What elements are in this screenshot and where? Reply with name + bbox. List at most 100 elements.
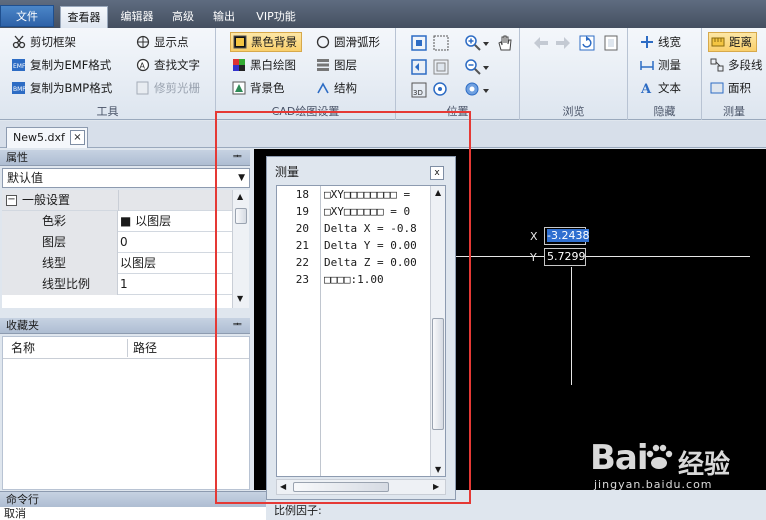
zoom-in-icon[interactable] [464,34,482,52]
output-line: □□□□:1.00 [324,273,384,286]
refresh-icon[interactable] [578,34,596,52]
close-icon[interactable]: x [430,166,444,180]
line-width-button[interactable]: 线宽 [640,32,681,52]
group-cad-settings: 黑色背景 黑白绘图 背景色 圆滑弧形 图层 结构 CAD绘图设置 [216,28,396,120]
property-group-label: 一般设置 [22,193,71,207]
y-coordinate-input[interactable]: 5.7299 [544,248,586,266]
measure-output[interactable]: 18 19 20 21 22 23 □XY□□□□□□□□ = □XY□□□□□… [276,185,446,477]
forward-arrow-icon[interactable] [554,34,572,52]
page-icon[interactable] [602,34,620,52]
watermark-site: jingyan.baidu.com [594,478,713,491]
measure-dialog-title[interactable]: 测量 [267,157,455,187]
scrollbar-thumb[interactable] [293,482,389,492]
property-row[interactable]: 色彩 ■ 以图层 [2,211,232,232]
zoom-previous-icon[interactable] [410,58,428,76]
output-line: □XY□□□□□□ = 0 [324,205,411,218]
bw-drawing-icon [232,58,246,72]
output-line: □XY□□□□□□□□ = [324,188,411,201]
group-position-label: 位置 [446,105,469,118]
output-horizontal-scrollbar[interactable]: ◀ ▶ [276,479,446,495]
scrollbar-thumb[interactable] [432,318,444,430]
chevron-down-icon: ▼ [238,173,245,183]
smooth-arc-button[interactable]: 圆滑弧形 [316,32,380,52]
x-coordinate-input[interactable]: -3.2438 [544,227,590,245]
property-row[interactable]: 图层 0 [2,232,232,253]
collapse-icon[interactable]: − [6,195,17,206]
favorites-panel-header: 收藏夹 ᆂ [0,318,250,334]
scroll-down-icon[interactable]: ▼ [435,465,441,474]
dropdown-arrow-icon[interactable] [482,81,500,99]
rotate-3d-icon[interactable]: 3D [410,81,428,99]
tab-editor[interactable]: 编辑器 [114,6,160,28]
copy-emf-label: 复制为EMF格式 [30,58,112,72]
pin-icon[interactable]: ᆂ [233,150,242,166]
dropdown-arrow-icon[interactable] [482,58,500,76]
black-background-button[interactable]: 黑色背景 [230,32,302,52]
text-button[interactable]: A 文本 [640,78,681,98]
find-text-button[interactable]: A 查找文字 [136,55,200,75]
distance-label: 距离 [729,35,752,49]
scroll-right-icon[interactable]: ▶ [433,482,439,491]
background-color-button[interactable]: 背景色 [232,78,285,98]
structure-button[interactable]: 结构 [316,78,357,98]
x-coordinate-label: X [530,230,538,243]
scroll-up-icon[interactable]: ▲ [435,188,441,197]
group-tools-label: 工具 [96,105,119,118]
back-arrow-icon[interactable] [532,34,550,52]
scroll-down-icon[interactable]: ▼ [237,294,243,303]
area-button[interactable]: 面积 [710,78,751,98]
favorites-col-path[interactable]: 路径 [133,337,157,359]
orbit-icon[interactable] [464,81,482,99]
properties-selector-value: 默认值 [7,171,44,185]
favorites-col-name[interactable]: 名称 [11,337,35,359]
tab-advanced[interactable]: 高级 [166,6,200,28]
tab-vip[interactable]: VIP功能 [248,6,304,28]
cut-frame-button[interactable]: 剪切框架 [12,32,76,52]
trim-raster-label: 修剪光栅 [154,81,200,95]
properties-selector[interactable]: 默认值 ▼ [2,168,250,188]
ruler-icon [711,35,725,49]
favorites-header-row: 名称 路径 [3,337,249,359]
zoom-out-icon[interactable] [464,58,482,76]
copy-emf-button[interactable]: EMF 复制为EMF格式 [12,55,111,75]
properties-scrollbar[interactable]: ▲ ▼ [232,190,249,308]
zoom-extents-icon[interactable] [410,34,428,52]
document-tab[interactable]: New5.dxf × [6,127,88,148]
property-value: 0 [120,235,128,249]
bw-drawing-button[interactable]: 黑白绘图 [232,55,296,75]
group-measure: 距离 多段线 面积 测量 [702,28,766,120]
output-vertical-scrollbar[interactable]: ▲ ▼ [430,186,445,476]
group-browse: 浏览 [520,28,628,120]
group-measure-label: 测量 [723,105,745,118]
emf-icon: EMF [12,58,26,72]
tab-file[interactable]: 文件 [0,5,54,27]
command-line-output[interactable]: 取消 [0,507,266,520]
trim-raster-button[interactable]: 修剪光栅 [136,78,200,98]
distance-button[interactable]: 距离 [708,32,757,52]
group-hide: 线宽 测量 A 文本 隐藏 [628,28,702,120]
scroll-up-icon[interactable]: ▲ [237,192,243,201]
property-row[interactable]: 线型 以图层 [2,253,232,274]
copy-bmp-button[interactable]: BMP 复制为BMP格式 [12,78,112,98]
scrollbar-thumb[interactable] [235,208,247,224]
properties-title: 属性 [6,151,28,164]
smooth-arc-label: 圆滑弧形 [334,35,380,49]
property-group-row[interactable]: − 一般设置 [2,190,232,211]
zoom-real-icon[interactable] [432,81,450,99]
tab-viewer[interactable]: 查看器 [60,6,108,28]
pan-hand-icon[interactable] [496,34,514,52]
zoom-window-icon[interactable] [432,34,450,52]
fit-window-icon[interactable] [432,58,450,76]
hide-measure-button[interactable]: 测量 [640,55,681,75]
layers-button[interactable]: 图层 [316,55,357,75]
property-row[interactable]: 线型比例 1 [2,274,232,295]
close-tab-button[interactable]: × [70,130,85,145]
crosshair-horizontal [454,256,750,257]
tab-output[interactable]: 输出 [206,6,242,28]
polyline-button[interactable]: 多段线 [710,55,763,75]
show-points-button[interactable]: 显示点 [136,32,189,52]
pin-icon[interactable]: ᆂ [233,318,242,334]
scroll-left-icon[interactable]: ◀ [280,482,286,491]
bmp-icon: BMP [12,81,26,95]
svg-text:EMF: EMF [13,63,26,70]
